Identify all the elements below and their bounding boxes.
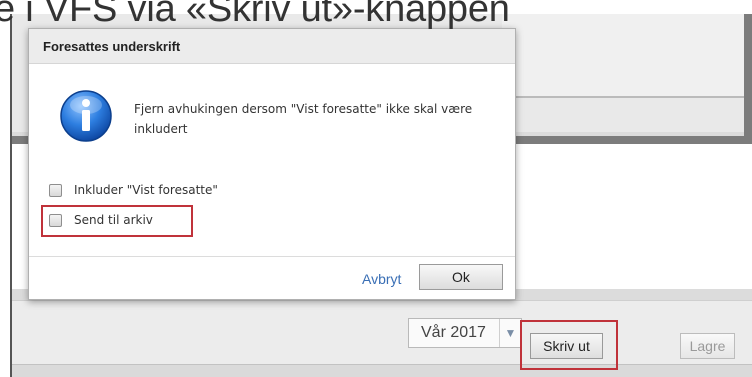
term-select[interactable]: Vår 2017 ▼ xyxy=(408,318,522,348)
save-button[interactable]: Lagre xyxy=(680,333,735,359)
dialog-titlebar: Foresattes underskrift xyxy=(29,29,515,64)
print-button[interactable]: Skriv ut xyxy=(530,333,603,359)
dialog-message: Fjern avhukingen dersom "Vist foresatte"… xyxy=(134,102,473,136)
background-inner-box xyxy=(502,14,752,98)
chevron-down-icon[interactable]: ▼ xyxy=(499,319,521,347)
dialog-divider xyxy=(29,256,515,257)
signature-dialog: Foresattes underskrift Fjern avhukingen … xyxy=(28,28,516,300)
cancel-link[interactable]: Avbryt xyxy=(362,271,401,287)
term-select-value: Vår 2017 xyxy=(421,324,486,341)
slide-heading: e i VFS via «Skriv ut»-knappen xyxy=(0,0,510,30)
status-strip xyxy=(12,364,752,377)
ok-button[interactable]: Ok xyxy=(419,264,503,290)
background-frame-right xyxy=(744,14,752,144)
include-guardian-checkbox[interactable] xyxy=(49,183,62,197)
bottom-toolbar xyxy=(12,300,752,364)
option-send-to-archive[interactable]: Send til arkiv xyxy=(49,211,153,229)
send-to-archive-label: Send til arkiv xyxy=(74,213,153,227)
info-icon xyxy=(60,90,112,142)
dialog-title: Foresattes underskrift xyxy=(43,39,181,54)
option-include-guardian[interactable]: Inkluder "Vist foresatte" xyxy=(49,181,218,199)
send-to-archive-checkbox[interactable] xyxy=(49,213,62,227)
include-guardian-label: Inkluder "Vist foresatte" xyxy=(74,183,218,197)
